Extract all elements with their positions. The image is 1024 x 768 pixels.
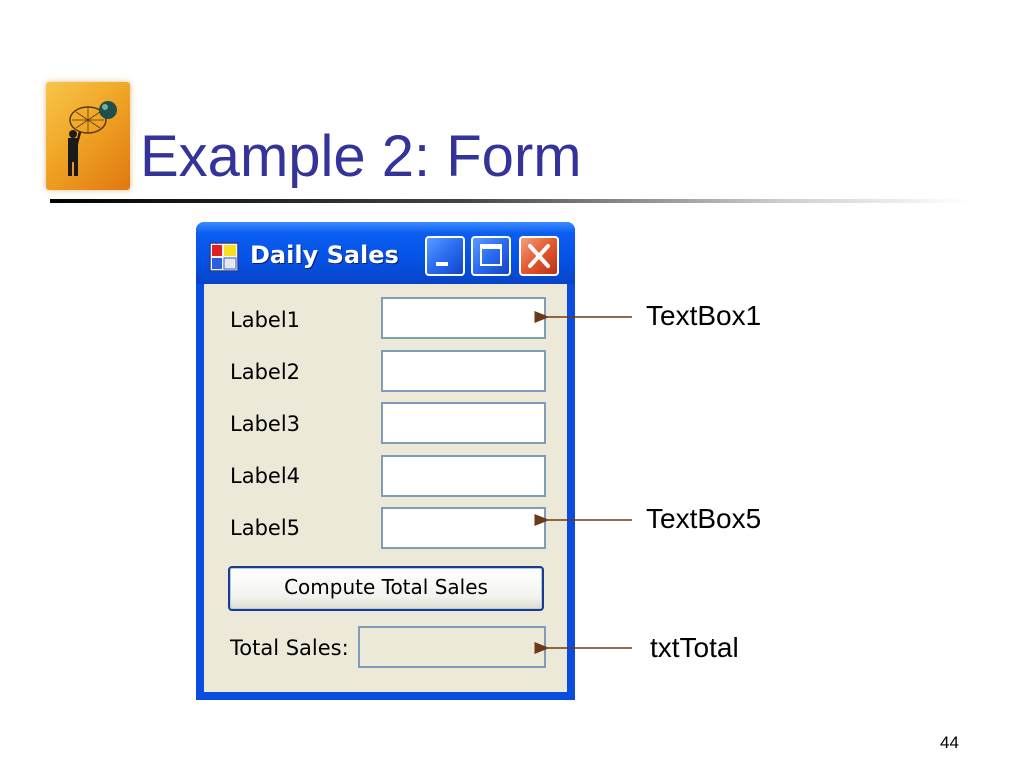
callout-textbox5: TextBox5	[646, 503, 762, 534]
callout-txttotal: txtTotal	[650, 632, 739, 663]
callout-textbox1: TextBox1	[646, 300, 762, 331]
page-number: 44	[940, 733, 959, 752]
callout-arrows	[534, 311, 632, 654]
